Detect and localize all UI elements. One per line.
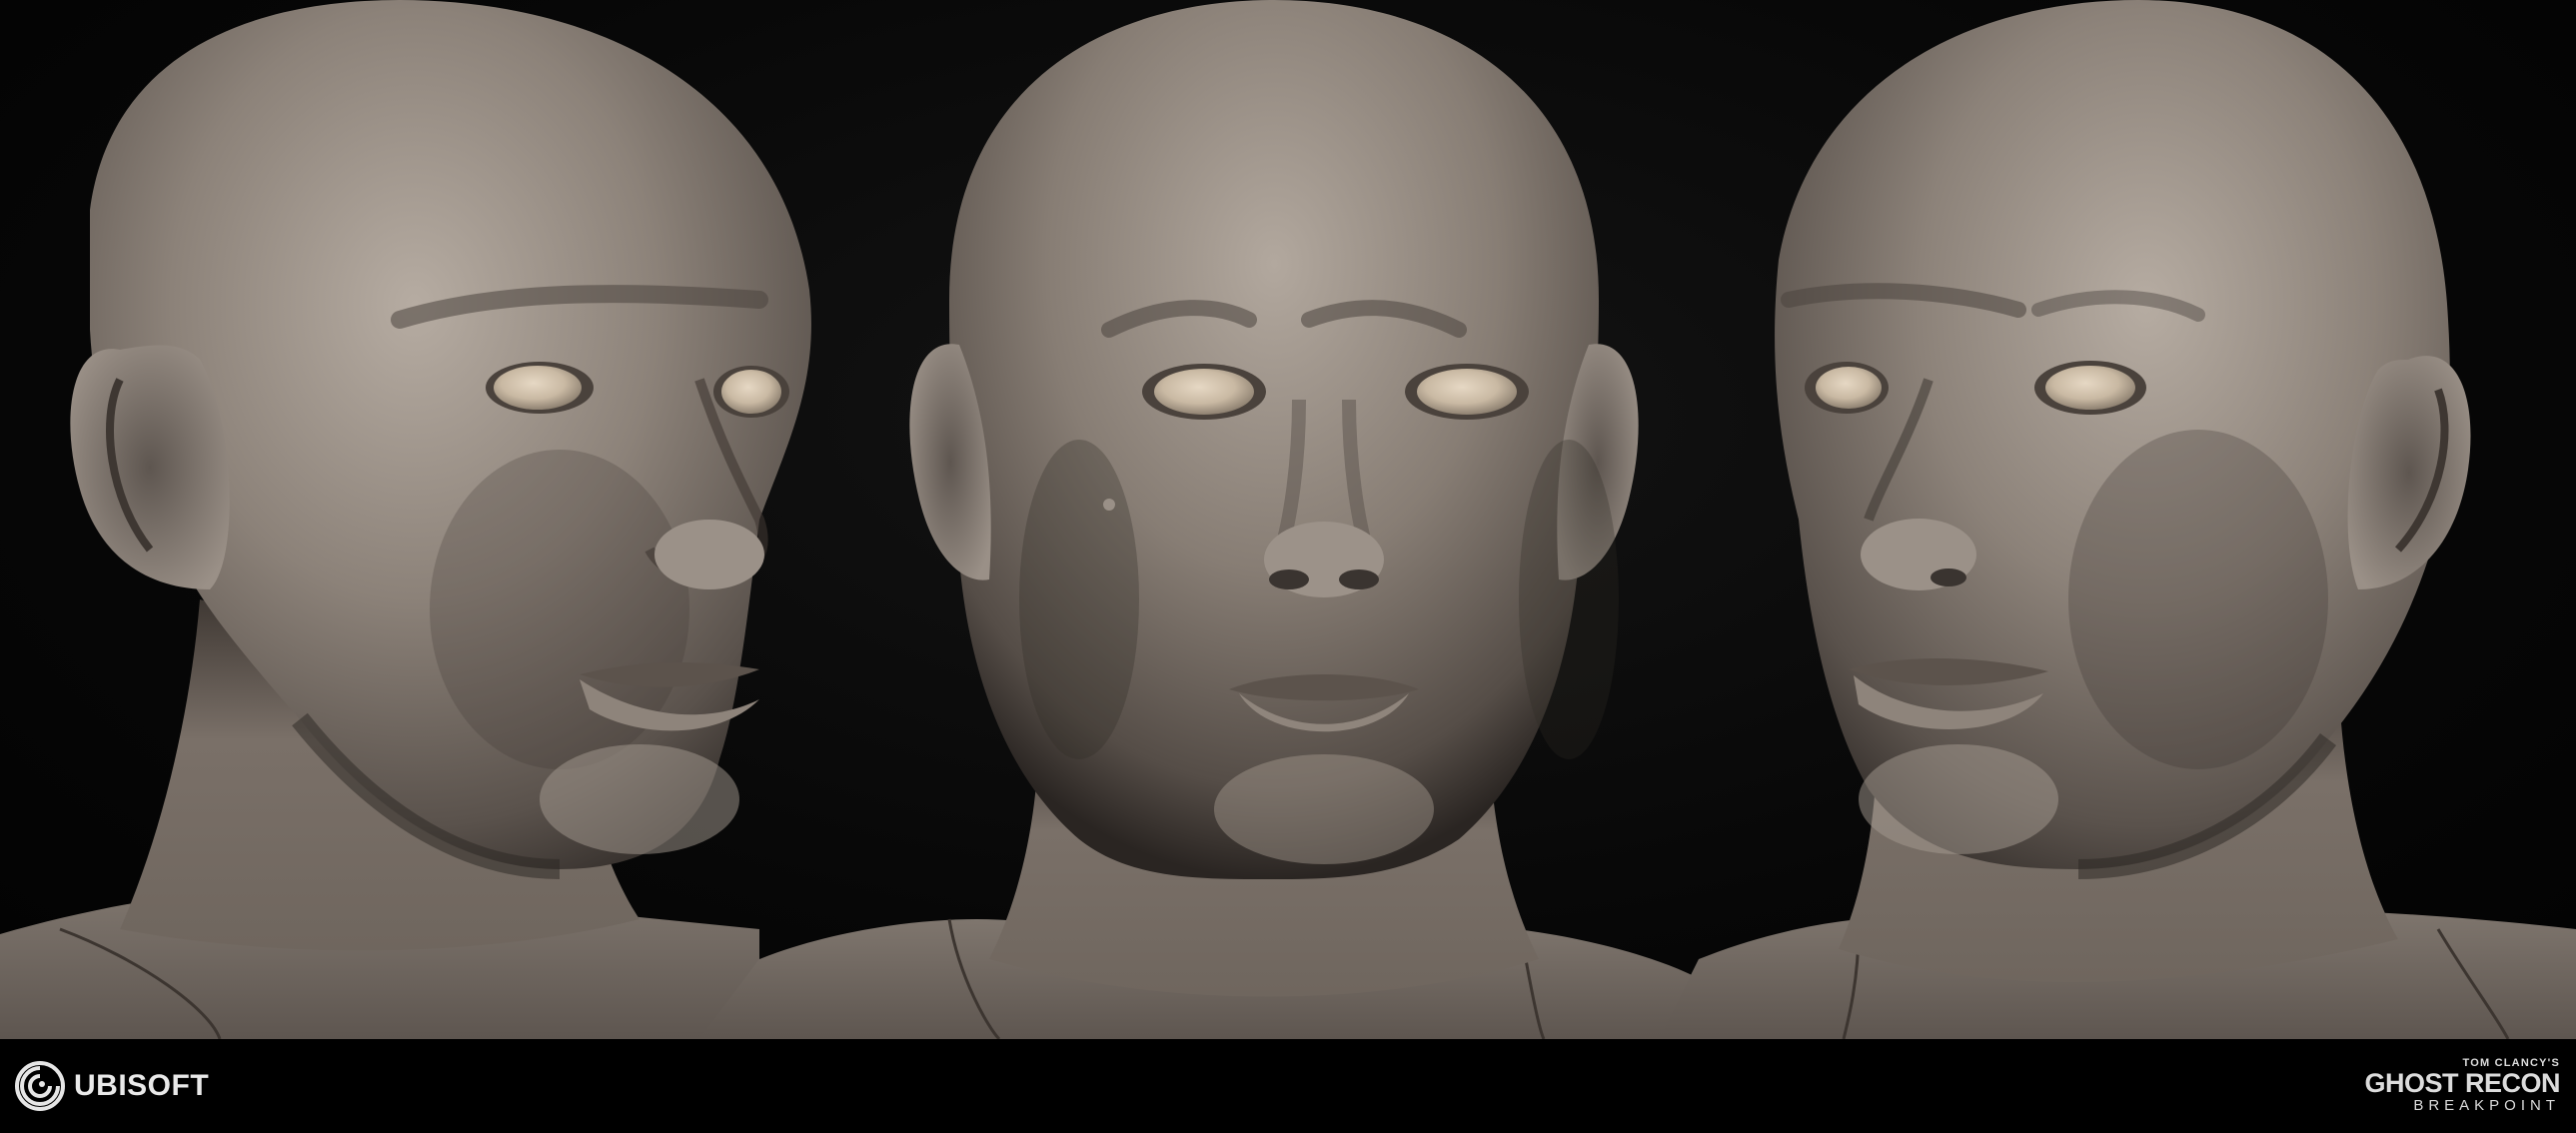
front-view-eye-right xyxy=(1417,369,1517,415)
ubisoft-logo: UBISOFT xyxy=(14,1061,209,1111)
left-view-eye-1 xyxy=(494,366,582,410)
front-view-eye-left xyxy=(1154,369,1254,415)
ubisoft-swirl-icon xyxy=(15,1061,65,1111)
game-logo-subtitle: BREAKPOINT xyxy=(2413,1097,2560,1114)
game-logo-title: GHOST RECON xyxy=(2364,1068,2560,1098)
right-head-view xyxy=(1659,0,2576,1039)
right-view-eye-1 xyxy=(1816,367,1882,409)
sculpt-render xyxy=(0,0,2576,1039)
front-head-view xyxy=(699,0,1739,1039)
right-view-eye-2 xyxy=(2045,366,2135,410)
left-head-view xyxy=(0,0,811,1039)
render-canvas xyxy=(0,0,2576,1039)
footer-bar: UBISOFT TOM CLANCY'S GHOST RECON BREAKPO… xyxy=(0,1039,2576,1133)
ghost-recon-breakpoint-logo: TOM CLANCY'S GHOST RECON BREAKPOINT xyxy=(2360,1057,2560,1119)
left-view-eye-2 xyxy=(721,370,781,414)
ubisoft-wordmark: UBISOFT xyxy=(74,1069,210,1102)
